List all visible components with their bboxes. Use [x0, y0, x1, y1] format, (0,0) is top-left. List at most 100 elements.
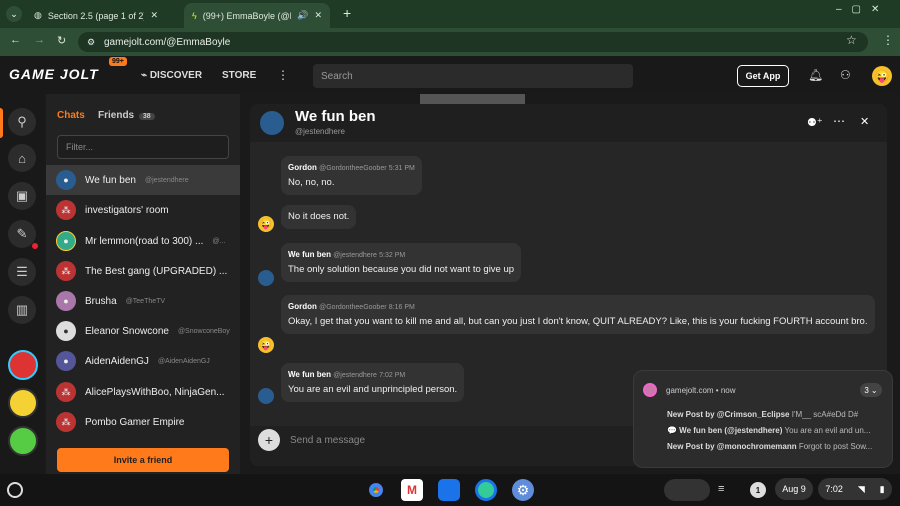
- avatar: 😜: [258, 337, 274, 353]
- friends-count-badge: 38: [138, 113, 155, 120]
- rail-chat-icon[interactable]: ☰: [8, 258, 36, 286]
- window-controls[interactable]: –▢✕: [836, 4, 889, 15]
- tab-chats[interactable]: Chats: [57, 110, 85, 121]
- chat-avatar[interactable]: [260, 111, 284, 135]
- notification-line[interactable]: New Post by @Crimson_Eclipse I'M__ scA#e…: [667, 410, 887, 419]
- tab-search-button[interactable]: ⌄: [6, 6, 22, 22]
- rail-store-icon[interactable]: ⌂: [8, 144, 36, 172]
- avatar: 😜: [258, 216, 274, 232]
- wifi-icon: ◥: [857, 483, 865, 494]
- chat-list-item[interactable]: ● Eleanor Snowcone @SnowconeBoy: [46, 316, 240, 346]
- avatar: ●: [56, 170, 76, 190]
- date-button[interactable]: Aug 9: [775, 478, 813, 500]
- rail-unread-dot: [32, 243, 38, 249]
- chat-list-item[interactable]: ● We fun ben @jestendhere: [46, 165, 240, 195]
- message: Gordon @GordontheeGoober 8:16 PM Okay, I…: [281, 295, 875, 334]
- page-banner: [420, 94, 525, 104]
- search-input[interactable]: Search: [313, 64, 633, 88]
- group-icon: ⁂: [56, 261, 76, 281]
- message: No it does not.: [281, 205, 357, 229]
- discover-icon: ⌁: [141, 70, 150, 81]
- reload-icon[interactable]: ↻: [57, 34, 66, 47]
- chat-list-item[interactable]: ⁂ AlicePlaysWithBoo, NinjaGen...: [46, 377, 240, 407]
- rail-active-indicator: [0, 108, 3, 138]
- close-chat-icon[interactable]: ✕: [860, 115, 869, 128]
- chrome-app-icon[interactable]: [365, 479, 387, 501]
- get-app-button[interactable]: Get App: [737, 65, 789, 87]
- notification-count-button[interactable]: 3 ⌄: [860, 383, 882, 397]
- chat-list-item[interactable]: ● Brusha @TeeTheTV: [46, 286, 240, 316]
- avatar: [258, 270, 274, 286]
- chat-list-item[interactable]: ● Mr lemmon(road to 300) ... @...: [46, 226, 240, 256]
- browser-menu-icon[interactable]: ⋮: [882, 33, 894, 47]
- chat-list-item[interactable]: ⁂ Pombo Gamer Empire: [46, 407, 240, 437]
- friends-icon[interactable]: ⚇: [840, 68, 851, 82]
- close-tab-icon[interactable]: ✕: [314, 10, 322, 21]
- chat-title: We fun ben: [295, 108, 376, 125]
- add-attachment-button[interactable]: +: [258, 429, 280, 451]
- site-info-icon[interactable]: ⚙: [87, 37, 95, 48]
- group-icon: ⁂: [56, 382, 76, 402]
- community-avatar-1[interactable]: [8, 350, 38, 380]
- gamejolt-favicon-icon: ϟ: [192, 10, 197, 21]
- add-member-icon[interactable]: ⚉⁺: [807, 116, 823, 129]
- browser-tab-1[interactable]: ◍ Section 2.5 (page 1 of 2) | ace ✕: [26, 3, 166, 28]
- address-bar[interactable]: ⚙ gamejolt.com/@EmmaBoyle: [78, 32, 868, 52]
- battery-icon: ▮: [879, 483, 885, 494]
- rail-backpack-icon[interactable]: ▣: [8, 182, 36, 210]
- message: We fun ben @jestendhere 7:02 PM You are …: [281, 363, 465, 402]
- more-menu-icon[interactable]: ⋮: [277, 68, 289, 82]
- notification-source: gamejolt.com • now: [666, 386, 736, 395]
- speaker-icon: 🔊: [297, 10, 309, 20]
- store-link[interactable]: STORE: [222, 70, 256, 81]
- discover-link[interactable]: ⌁ DISCOVER: [141, 70, 202, 81]
- message: We fun ben @jestendhere 5:32 PM The only…: [281, 243, 522, 282]
- new-tab-button[interactable]: +: [343, 5, 351, 21]
- launcher-button[interactable]: [7, 482, 23, 498]
- filter-input[interactable]: Filter...: [57, 135, 229, 159]
- gmail-app-icon[interactable]: M: [401, 479, 423, 501]
- avatar: ●: [56, 291, 76, 311]
- messages-app-icon[interactable]: [475, 479, 497, 501]
- group-icon: ⁂: [56, 200, 76, 220]
- chat-list-item[interactable]: ⁂ The Best gang (UPGRADED) ...: [46, 256, 240, 286]
- user-avatar[interactable]: 😜: [872, 66, 892, 86]
- chat-handle: @jestendhere: [295, 127, 345, 136]
- avatar: ●: [56, 351, 76, 371]
- files-app-icon[interactable]: [438, 479, 460, 501]
- more-options-icon[interactable]: ⋯: [833, 114, 845, 128]
- bell-icon[interactable]: 🔔︎: [808, 68, 823, 82]
- browser-tab-2[interactable]: ϟ (99+) EmmaBoyle (@Emm 🔊 ✕: [184, 3, 330, 28]
- close-tab-icon[interactable]: ✕: [150, 10, 158, 21]
- clipboard-icon[interactable]: ≡: [718, 483, 724, 495]
- tote-button[interactable]: [664, 479, 710, 501]
- chat-list-item[interactable]: ● AidenAidenGJ @AidenAidenGJ: [46, 346, 240, 376]
- gamejolt-notification-icon: [643, 383, 657, 397]
- bookmark-star-icon[interactable]: ☆: [846, 33, 857, 47]
- notification-popup[interactable]: [633, 370, 893, 468]
- forward-icon[interactable]: →: [34, 34, 45, 46]
- settings-app-icon[interactable]: ⚙: [512, 479, 534, 501]
- message-input[interactable]: Send a message: [290, 435, 365, 446]
- group-icon: ⁂: [56, 412, 76, 432]
- notification-line[interactable]: 💬 We fun ben (@jestendhere) You are an e…: [667, 426, 887, 435]
- notification-count-indicator[interactable]: 1: [750, 482, 766, 498]
- avatar: ●: [56, 321, 76, 341]
- invite-friend-button[interactable]: Invite a friend: [57, 448, 229, 472]
- globe-icon: ◍: [34, 10, 42, 20]
- chevron-down-icon: ⌄: [870, 385, 878, 395]
- avatar: ●: [56, 231, 76, 251]
- notification-badge: 99+: [109, 57, 127, 66]
- rail-feed-icon[interactable]: ⚲: [8, 108, 36, 136]
- community-avatar-3[interactable]: [8, 426, 38, 456]
- back-icon[interactable]: ←: [10, 34, 21, 46]
- system-tray[interactable]: 7:02 ◥ ▮: [818, 478, 892, 500]
- community-avatar-2[interactable]: [8, 388, 38, 418]
- rail-library-icon[interactable]: ▥: [8, 296, 36, 324]
- tab-friends[interactable]: Friends 38: [98, 110, 155, 121]
- avatar: [258, 388, 274, 404]
- chat-list-item[interactable]: ⁂ investigators' room: [46, 195, 240, 225]
- notification-line[interactable]: New Post by @monochromemann Forgot to po…: [667, 442, 887, 451]
- message: Gordon @GordontheeGoober 5:31 PM No, no,…: [281, 156, 422, 195]
- gamejolt-logo[interactable]: GAME JOLT: [9, 66, 99, 82]
